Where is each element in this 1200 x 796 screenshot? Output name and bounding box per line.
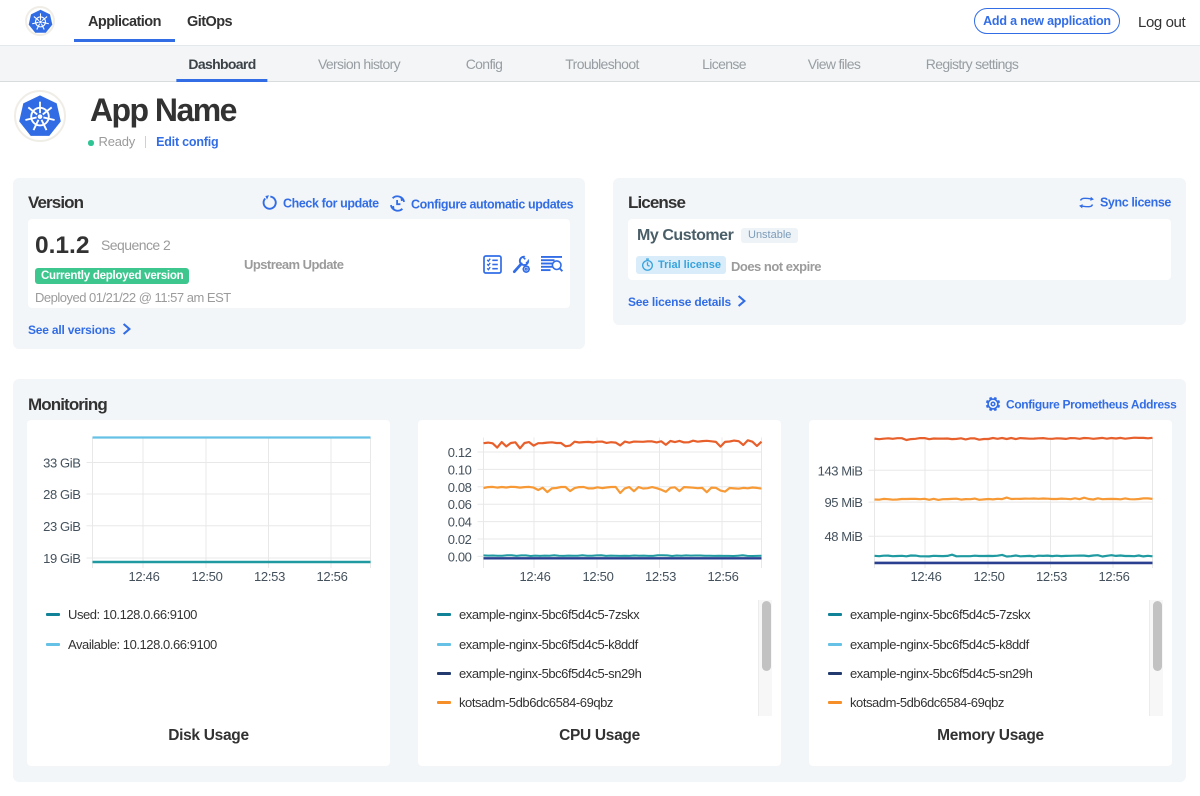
- svg-text:12:56: 12:56: [316, 569, 347, 584]
- svg-text:12:46: 12:46: [910, 569, 941, 584]
- svg-text:0.06: 0.06: [448, 497, 472, 512]
- svg-text:12:53: 12:53: [254, 569, 285, 584]
- svg-text:33 GiB: 33 GiB: [43, 456, 80, 471]
- svg-text:12:53: 12:53: [1036, 569, 1067, 584]
- svg-text:0.04: 0.04: [448, 515, 472, 530]
- svg-text:12:50: 12:50: [191, 569, 222, 584]
- svg-text:0.02: 0.02: [448, 532, 472, 547]
- svg-text:0.12: 0.12: [448, 445, 472, 460]
- svg-text:12:53: 12:53: [645, 569, 676, 584]
- svg-text:143 MiB: 143 MiB: [818, 463, 863, 478]
- svg-text:0.08: 0.08: [448, 480, 472, 495]
- svg-text:48 MiB: 48 MiB: [824, 529, 862, 544]
- svg-text:23 GiB: 23 GiB: [43, 519, 80, 534]
- svg-text:12:46: 12:46: [128, 569, 159, 584]
- svg-text:12:46: 12:46: [519, 569, 550, 584]
- svg-text:95 MiB: 95 MiB: [824, 495, 862, 510]
- svg-text:0.00: 0.00: [448, 549, 472, 564]
- svg-text:28 GiB: 28 GiB: [43, 487, 80, 502]
- svg-text:12:50: 12:50: [973, 569, 1004, 584]
- svg-text:12:50: 12:50: [582, 569, 613, 584]
- svg-text:12:56: 12:56: [707, 569, 738, 584]
- svg-text:0.10: 0.10: [448, 462, 472, 477]
- svg-text:19 GiB: 19 GiB: [43, 551, 80, 566]
- svg-text:12:56: 12:56: [1098, 569, 1129, 584]
